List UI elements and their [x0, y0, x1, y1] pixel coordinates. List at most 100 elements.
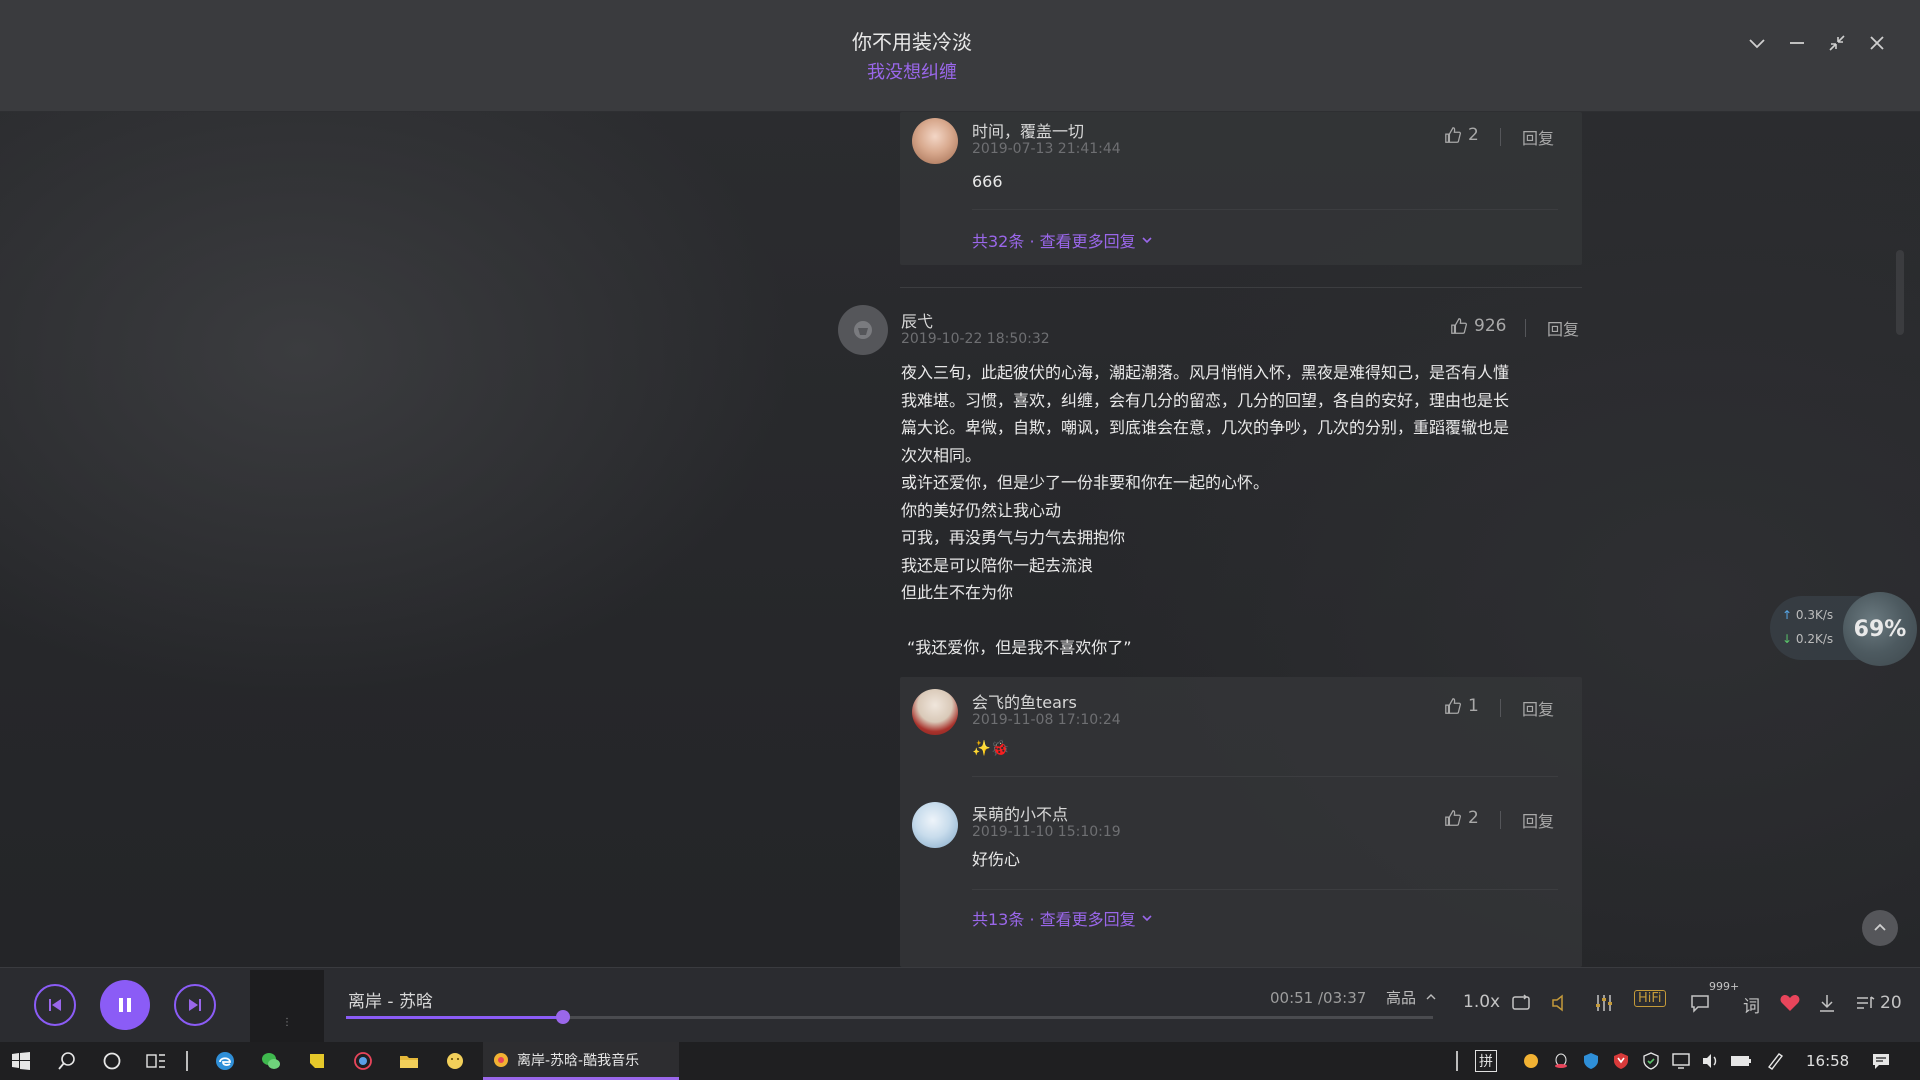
restore-icon[interactable] [1822, 28, 1852, 58]
search-icon[interactable] [54, 1048, 80, 1074]
reply-text: 好伤心 [972, 850, 1021, 869]
app-icon[interactable] [350, 1048, 376, 1074]
ime-indicator[interactable]: 拼 [1475, 1050, 1497, 1072]
equalizer-icon [1596, 995, 1612, 1011]
pause-button[interactable] [100, 980, 150, 1030]
notification-icon[interactable] [1868, 1048, 1894, 1074]
comment-line: “我还爱你，但是我不喜欢你了” [907, 638, 1132, 657]
reply-author[interactable]: 时间，覆盖一切 [972, 118, 1084, 142]
taskbar-separator [1456, 1051, 1458, 1071]
battery-icon[interactable] [1728, 1048, 1754, 1074]
memory-usage-ball[interactable]: 69% [1843, 592, 1917, 666]
comment-list: 时间，覆盖一切 2019-07-13 21:41:44 666 2 回复 共32… [0, 112, 1920, 967]
pen-icon[interactable] [1762, 1048, 1788, 1074]
like-button[interactable]: 2 [1444, 808, 1479, 828]
wechat-icon[interactable] [258, 1048, 284, 1074]
hifi-label: HiFi [1634, 990, 1666, 1007]
reply-author[interactable]: 会飞的鱼tears [972, 689, 1077, 713]
file-explorer-icon[interactable] [396, 1048, 422, 1074]
progress-bar[interactable] [346, 1010, 1433, 1024]
download-speed: ↓ 0.2K/s [1782, 632, 1833, 646]
sticky-notes-icon[interactable] [304, 1048, 330, 1074]
reply-text: 666 [972, 172, 1003, 191]
taskbar-separator [186, 1051, 188, 1071]
song-title: 你不用装冷淡 [852, 30, 972, 54]
view-more-replies-link[interactable]: 共32条 · 查看更多回复 [972, 228, 1154, 252]
comments-button[interactable]: 999+ [1689, 980, 1739, 1014]
task-view-icon[interactable] [143, 1048, 169, 1074]
album-cover[interactable]: ⋮ [250, 970, 324, 1042]
view-more-replies-link[interactable]: 共13条 · 查看更多回复 [972, 906, 1154, 930]
tray-app-icon[interactable] [1518, 1048, 1544, 1074]
like-button[interactable]: 2 [1444, 125, 1479, 145]
security-shield-icon[interactable] [1578, 1048, 1604, 1074]
comment-line: 可我，再没勇气与力气去拥抱你 [901, 528, 1126, 547]
download-icon [1820, 995, 1834, 1012]
avatar[interactable] [912, 118, 958, 164]
edge-browser-icon[interactable] [212, 1048, 238, 1074]
divider [972, 889, 1558, 890]
taskbar-active-app[interactable]: 离岸-苏晗-酷我音乐 [483, 1042, 679, 1080]
next-button[interactable] [174, 984, 216, 1026]
comment-time: 2019-10-22 18:50:32 [901, 331, 1050, 347]
playlist-icon [1857, 996, 1875, 1009]
lyrics-button[interactable]: 词 [1743, 992, 1760, 1017]
windows-start-icon[interactable] [8, 1048, 34, 1074]
avatar[interactable] [912, 689, 958, 735]
reply-button[interactable]: 回复 [1522, 125, 1554, 149]
reply-group: 会飞的鱼tears 2019-11-08 17:10:24 ✨🐞 1 回复 呆萌… [900, 677, 1582, 967]
download-button[interactable] [1816, 992, 1838, 1014]
taskbar: 离岸-苏晗-酷我音乐 拼 16:58 [0, 1042, 1920, 1080]
quality-selector[interactable]: 高品 [1386, 987, 1437, 1008]
reply-time: 2019-11-08 17:10:24 [972, 712, 1121, 728]
quality-label: 高品 [1386, 989, 1417, 1007]
heart-icon [1780, 995, 1800, 1011]
loop-mode-button[interactable] [1510, 992, 1532, 1014]
comment-divider [900, 287, 1582, 288]
network-icon[interactable] [1668, 1048, 1694, 1074]
playlist-button[interactable]: 20 [1854, 992, 1902, 1014]
previous-icon [49, 999, 61, 1011]
minimize-icon[interactable] [1782, 28, 1812, 58]
time-readout: 00:51 /03:37 [1270, 989, 1367, 1007]
close-icon[interactable] [1862, 28, 1892, 58]
reply-author[interactable]: 呆萌的小不点 [972, 801, 1068, 825]
reply-time: 2019-11-10 15:10:19 [972, 824, 1121, 840]
qq-icon[interactable] [1548, 1048, 1574, 1074]
thumbs-up-icon [1445, 698, 1462, 714]
chevron-down-icon [1142, 237, 1152, 244]
collapse-chevron-icon[interactable] [1742, 28, 1772, 58]
comment-count-badge: 999+ [1709, 980, 1740, 993]
player-bar: ⋮ 离岸 - 苏晗 00:51 /03:37 高品 1.0x HiFi 999+… [0, 967, 1920, 1042]
antivirus-icon[interactable] [1608, 1048, 1634, 1074]
like-button[interactable]: 1 [1444, 696, 1479, 716]
download-speed-value: 0.2K/s [1795, 632, 1834, 646]
progress-knob[interactable] [556, 1010, 571, 1024]
reply-button[interactable]: 回复 [1547, 316, 1579, 340]
equalizer-button[interactable] [1593, 992, 1615, 1014]
track-name[interactable]: 离岸 - 苏晗 [348, 987, 433, 1012]
avatar[interactable] [838, 305, 888, 355]
upload-speed: ↑ 0.3K/s [1782, 608, 1833, 622]
volume-button[interactable] [1549, 992, 1571, 1014]
clock[interactable]: 16:58 [1806, 1052, 1849, 1070]
favorite-button[interactable] [1779, 992, 1801, 1014]
emoji-app-icon[interactable] [442, 1048, 468, 1074]
volume-icon [1552, 994, 1563, 1012]
previous-button[interactable] [34, 984, 76, 1026]
avatar[interactable] [912, 802, 958, 848]
defender-icon[interactable] [1638, 1048, 1664, 1074]
separator [1500, 128, 1501, 146]
like-button[interactable]: 926 [1450, 316, 1506, 336]
cortana-icon[interactable] [99, 1048, 125, 1074]
hifi-button[interactable]: HiFi [1634, 990, 1666, 1007]
comment-author[interactable]: 辰弋 [901, 308, 933, 332]
reply-button[interactable]: 回复 [1522, 696, 1554, 720]
speaker-icon[interactable] [1698, 1048, 1724, 1074]
upload-arrow-icon: ↑ [1782, 608, 1793, 622]
back-to-top-button[interactable] [1862, 910, 1898, 946]
scrollbar-thumb[interactable] [1896, 250, 1904, 335]
speed-button[interactable]: 1.0x [1463, 992, 1500, 1012]
reply-button[interactable]: 回复 [1522, 808, 1554, 832]
